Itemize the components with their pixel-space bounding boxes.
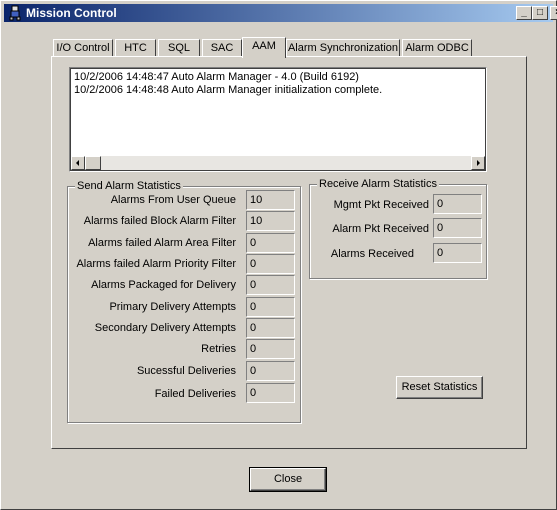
area-filter-failed-field: 0	[246, 233, 295, 253]
tab-io-control[interactable]: I/O Control	[53, 39, 113, 57]
window-title: Mission Control	[26, 6, 117, 20]
log-listbox[interactable]: 10/2/2006 14:48:47 Auto Alarm Manager - …	[69, 67, 487, 172]
tab-label: SQL	[167, 42, 190, 54]
reset-statistics-button[interactable]: Reset Statistics	[396, 376, 483, 399]
tab-label: SAC	[210, 42, 234, 54]
close-button[interactable]: Close	[249, 467, 327, 492]
successful-deliveries-field: 0	[246, 361, 295, 381]
retries-field: 0	[246, 339, 295, 359]
aam-tab-panel: 10/2/2006 14:48:47 Auto Alarm Manager - …	[51, 56, 527, 449]
stat-label: Alarms From User Queue	[110, 194, 236, 206]
log-line: 10/2/2006 14:48:48 Auto Alarm Manager in…	[74, 84, 383, 96]
tab-alarm-odbc[interactable]: Alarm ODBC	[402, 39, 472, 57]
stat-label: Alarms failed Alarm Priority Filter	[76, 258, 236, 270]
block-filter-failed-field: 10	[246, 211, 295, 231]
alarm-pkt-received-field: 0	[433, 218, 482, 238]
scroll-left-arrow-icon[interactable]	[71, 156, 85, 170]
send-stats-title: Send Alarm Statistics	[75, 180, 183, 192]
receive-alarm-statistics-group: Receive Alarm Statistics Mgmt Pkt Receiv…	[309, 178, 487, 279]
stat-label: Primary Delivery Attempts	[109, 301, 236, 313]
priority-filter-failed-field: 0	[246, 254, 295, 274]
tab-label: Alarm ODBC	[405, 42, 469, 54]
stat-label: Retries	[201, 343, 236, 355]
stat-label: Alarm Pkt Received	[332, 223, 429, 235]
packaged-for-delivery-field: 0	[246, 275, 295, 295]
stat-label: Alarms failed Alarm Area Filter	[88, 237, 236, 249]
tab-htc[interactable]: HTC	[115, 39, 156, 57]
stat-label: Alarms Packaged for Delivery	[91, 279, 236, 291]
mgmt-pkt-received-field: 0	[433, 194, 482, 214]
close-window-button[interactable]: ×	[550, 6, 557, 20]
send-alarm-statistics-group: Send Alarm Statistics Alarms From User Q…	[67, 180, 301, 423]
tab-label: AAM	[252, 40, 276, 52]
secondary-delivery-attempts-field: 0	[246, 318, 295, 338]
stat-label: Sucessful Deliveries	[136, 365, 236, 377]
stat-label: Alarms failed Block Alarm Filter	[83, 215, 236, 227]
minimize-button[interactable]: _	[516, 6, 532, 20]
primary-delivery-attempts-field: 0	[246, 297, 295, 317]
scroll-thumb[interactable]	[85, 156, 101, 170]
maximize-button[interactable]: □	[532, 6, 548, 20]
tab-aam[interactable]: AAM	[242, 37, 286, 58]
scroll-right-arrow-icon[interactable]	[471, 156, 485, 170]
tab-sac[interactable]: SAC	[202, 39, 242, 57]
tab-label: Alarm Synchronization	[287, 42, 399, 54]
tab-sql[interactable]: SQL	[158, 39, 200, 57]
alarms-from-user-queue-field: 10	[246, 190, 295, 210]
mission-control-window: Mission Control _ □ × I/O Control HTC SQ…	[0, 0, 557, 510]
log-line: 10/2/2006 14:48:47 Auto Alarm Manager - …	[74, 71, 359, 83]
app-icon	[9, 5, 21, 21]
horizontal-scrollbar[interactable]	[71, 156, 485, 170]
tab-label: HTC	[124, 42, 147, 54]
tab-label: I/O Control	[56, 42, 110, 54]
stat-label: Failed Deliveries	[154, 388, 236, 400]
stat-label: Alarms Received	[330, 248, 414, 260]
stat-label: Mgmt Pkt Received	[333, 199, 429, 211]
tab-alarm-synchronization[interactable]: Alarm Synchronization	[286, 39, 400, 57]
alarms-received-field: 0	[433, 243, 482, 263]
title-bar[interactable]: Mission Control _ □ ×	[4, 4, 557, 22]
stat-label: Secondary Delivery Attempts	[94, 322, 236, 334]
failed-deliveries-field: 0	[246, 383, 295, 403]
receive-stats-title: Receive Alarm Statistics	[317, 178, 439, 190]
